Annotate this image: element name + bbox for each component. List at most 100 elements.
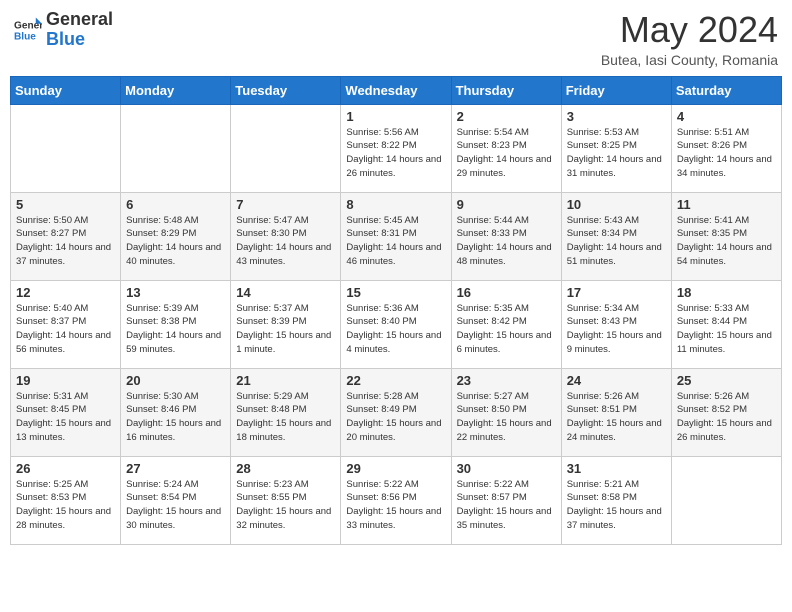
- weekday-header: Thursday: [451, 76, 561, 104]
- day-number: 30: [457, 461, 556, 476]
- calendar-cell: 4 Sunrise: 5:51 AM Sunset: 8:26 PM Daylig…: [671, 104, 781, 192]
- calendar-week-row: 26Sunrise: 5:25 AM Sunset: 8:53 PM Dayli…: [11, 456, 782, 544]
- calendar-cell: 3 Sunrise: 5:53 AM Sunset: 8:25 PM Daylig…: [561, 104, 671, 192]
- day-number: 2: [457, 109, 556, 124]
- calendar-cell: 20Sunrise: 5:30 AM Sunset: 8:46 PM Dayli…: [121, 368, 231, 456]
- calendar-week-row: 12 Sunrise: 5:40 AM Sunset: 8:37 PM Dayli…: [11, 280, 782, 368]
- day-info: Sunrise: 5:45 AM Sunset: 8:31 PM Dayligh…: [346, 214, 445, 269]
- day-info: Sunrise: 5:28 AM Sunset: 8:49 PM Dayligh…: [346, 390, 445, 445]
- day-number: 3: [567, 109, 666, 124]
- day-info: Sunrise: 5:22 AM Sunset: 8:56 PM Dayligh…: [346, 478, 445, 533]
- calendar-week-row: 1 Sunrise: 5:56 AM Sunset: 8:22 PM Daylig…: [11, 104, 782, 192]
- calendar-cell: 1 Sunrise: 5:56 AM Sunset: 8:22 PM Daylig…: [341, 104, 451, 192]
- calendar-cell: 31 Sunrise: 5:21 AM Sunset: 8:58 PM Dayli…: [561, 456, 671, 544]
- day-number: 10: [567, 197, 666, 212]
- location: Butea, Iasi County, Romania: [601, 52, 778, 68]
- calendar-cell: [121, 104, 231, 192]
- day-info: Sunrise: 5:34 AM Sunset: 8:43 PM Dayligh…: [567, 302, 666, 357]
- day-info: Sunrise: 5:54 AM Sunset: 8:23 PM Dayligh…: [457, 126, 556, 181]
- calendar-cell: 24Sunrise: 5:26 AM Sunset: 8:51 PM Dayli…: [561, 368, 671, 456]
- day-number: 31: [567, 461, 666, 476]
- calendar-cell: 17Sunrise: 5:34 AM Sunset: 8:43 PM Dayli…: [561, 280, 671, 368]
- day-number: 28: [236, 461, 335, 476]
- day-info: Sunrise: 5:43 AM Sunset: 8:34 PM Dayligh…: [567, 214, 666, 269]
- day-number: 9: [457, 197, 556, 212]
- day-info: Sunrise: 5:53 AM Sunset: 8:25 PM Dayligh…: [567, 126, 666, 181]
- day-number: 26: [16, 461, 115, 476]
- day-info: Sunrise: 5:23 AM Sunset: 8:55 PM Dayligh…: [236, 478, 335, 533]
- day-info: Sunrise: 5:51 AM Sunset: 8:26 PM Dayligh…: [677, 126, 776, 181]
- day-number: 27: [126, 461, 225, 476]
- weekday-header: Saturday: [671, 76, 781, 104]
- day-info: Sunrise: 5:33 AM Sunset: 8:44 PM Dayligh…: [677, 302, 776, 357]
- calendar-cell: 27 Sunrise: 5:24 AM Sunset: 8:54 PM Dayli…: [121, 456, 231, 544]
- day-info: Sunrise: 5:56 AM Sunset: 8:22 PM Dayligh…: [346, 126, 445, 181]
- weekday-header: Wednesday: [341, 76, 451, 104]
- day-info: Sunrise: 5:31 AM Sunset: 8:45 PM Dayligh…: [16, 390, 115, 445]
- calendar-cell: 9 Sunrise: 5:44 AM Sunset: 8:33 PM Daylig…: [451, 192, 561, 280]
- day-info: Sunrise: 5:40 AM Sunset: 8:37 PM Dayligh…: [16, 302, 115, 357]
- calendar-cell: 14 Sunrise: 5:37 AM Sunset: 8:39 PM Dayli…: [231, 280, 341, 368]
- day-info: Sunrise: 5:36 AM Sunset: 8:40 PM Dayligh…: [346, 302, 445, 357]
- day-info: Sunrise: 5:44 AM Sunset: 8:33 PM Dayligh…: [457, 214, 556, 269]
- day-info: Sunrise: 5:37 AM Sunset: 8:39 PM Dayligh…: [236, 302, 335, 357]
- day-number: 8: [346, 197, 445, 212]
- weekday-header: Tuesday: [231, 76, 341, 104]
- day-number: 1: [346, 109, 445, 124]
- month-title: May 2024: [601, 10, 778, 50]
- calendar-cell: [11, 104, 121, 192]
- calendar-cell: 18Sunrise: 5:33 AM Sunset: 8:44 PM Dayli…: [671, 280, 781, 368]
- day-number: 11: [677, 197, 776, 212]
- calendar-cell: 23Sunrise: 5:27 AM Sunset: 8:50 PM Dayli…: [451, 368, 561, 456]
- calendar-cell: 15 Sunrise: 5:36 AM Sunset: 8:40 PM Dayli…: [341, 280, 451, 368]
- weekday-header: Friday: [561, 76, 671, 104]
- calendar-cell: 25Sunrise: 5:26 AM Sunset: 8:52 PM Dayli…: [671, 368, 781, 456]
- day-info: Sunrise: 5:35 AM Sunset: 8:42 PM Dayligh…: [457, 302, 556, 357]
- day-number: 22: [346, 373, 445, 388]
- svg-text:Blue: Blue: [14, 31, 36, 42]
- calendar-cell: 7 Sunrise: 5:47 AM Sunset: 8:30 PM Daylig…: [231, 192, 341, 280]
- calendar-cell: 28 Sunrise: 5:23 AM Sunset: 8:55 PM Dayli…: [231, 456, 341, 544]
- page-header: General Blue General Blue May 2024 Butea…: [10, 10, 782, 68]
- calendar-cell: 13 Sunrise: 5:39 AM Sunset: 8:38 PM Dayli…: [121, 280, 231, 368]
- weekday-header-row: SundayMondayTuesdayWednesdayThursdayFrid…: [11, 76, 782, 104]
- calendar-cell: 2 Sunrise: 5:54 AM Sunset: 8:23 PM Daylig…: [451, 104, 561, 192]
- calendar-cell: 12 Sunrise: 5:40 AM Sunset: 8:37 PM Dayli…: [11, 280, 121, 368]
- calendar-cell: 21Sunrise: 5:29 AM Sunset: 8:48 PM Dayli…: [231, 368, 341, 456]
- title-block: May 2024 Butea, Iasi County, Romania: [601, 10, 778, 68]
- calendar-cell: 16Sunrise: 5:35 AM Sunset: 8:42 PM Dayli…: [451, 280, 561, 368]
- day-info: Sunrise: 5:26 AM Sunset: 8:51 PM Dayligh…: [567, 390, 666, 445]
- calendar-cell: 11 Sunrise: 5:41 AM Sunset: 8:35 PM Dayli…: [671, 192, 781, 280]
- calendar-cell: [231, 104, 341, 192]
- calendar-week-row: 5Sunrise: 5:50 AM Sunset: 8:27 PM Daylig…: [11, 192, 782, 280]
- day-number: 15: [346, 285, 445, 300]
- logo: General Blue General Blue: [14, 10, 113, 50]
- day-info: Sunrise: 5:30 AM Sunset: 8:46 PM Dayligh…: [126, 390, 225, 445]
- day-number: 6: [126, 197, 225, 212]
- calendar-cell: 26Sunrise: 5:25 AM Sunset: 8:53 PM Dayli…: [11, 456, 121, 544]
- calendar-body: 1 Sunrise: 5:56 AM Sunset: 8:22 PM Daylig…: [11, 104, 782, 544]
- day-number: 13: [126, 285, 225, 300]
- calendar-cell: 10 Sunrise: 5:43 AM Sunset: 8:34 PM Dayli…: [561, 192, 671, 280]
- day-number: 5: [16, 197, 115, 212]
- calendar-cell: 19Sunrise: 5:31 AM Sunset: 8:45 PM Dayli…: [11, 368, 121, 456]
- day-info: Sunrise: 5:27 AM Sunset: 8:50 PM Dayligh…: [457, 390, 556, 445]
- day-info: Sunrise: 5:21 AM Sunset: 8:58 PM Dayligh…: [567, 478, 666, 533]
- day-number: 12: [16, 285, 115, 300]
- day-info: Sunrise: 5:47 AM Sunset: 8:30 PM Dayligh…: [236, 214, 335, 269]
- day-number: 7: [236, 197, 335, 212]
- calendar-cell: 6Sunrise: 5:48 AM Sunset: 8:29 PM Daylig…: [121, 192, 231, 280]
- day-number: 25: [677, 373, 776, 388]
- calendar-header: SundayMondayTuesdayWednesdayThursdayFrid…: [11, 76, 782, 104]
- day-number: 29: [346, 461, 445, 476]
- weekday-header: Sunday: [11, 76, 121, 104]
- day-info: Sunrise: 5:39 AM Sunset: 8:38 PM Dayligh…: [126, 302, 225, 357]
- day-info: Sunrise: 5:24 AM Sunset: 8:54 PM Dayligh…: [126, 478, 225, 533]
- day-number: 4: [677, 109, 776, 124]
- day-number: 14: [236, 285, 335, 300]
- day-info: Sunrise: 5:41 AM Sunset: 8:35 PM Dayligh…: [677, 214, 776, 269]
- day-info: Sunrise: 5:22 AM Sunset: 8:57 PM Dayligh…: [457, 478, 556, 533]
- calendar-cell: 8 Sunrise: 5:45 AM Sunset: 8:31 PM Daylig…: [341, 192, 451, 280]
- calendar-cell: 30 Sunrise: 5:22 AM Sunset: 8:57 PM Dayli…: [451, 456, 561, 544]
- calendar-cell: 22 Sunrise: 5:28 AM Sunset: 8:49 PM Dayli…: [341, 368, 451, 456]
